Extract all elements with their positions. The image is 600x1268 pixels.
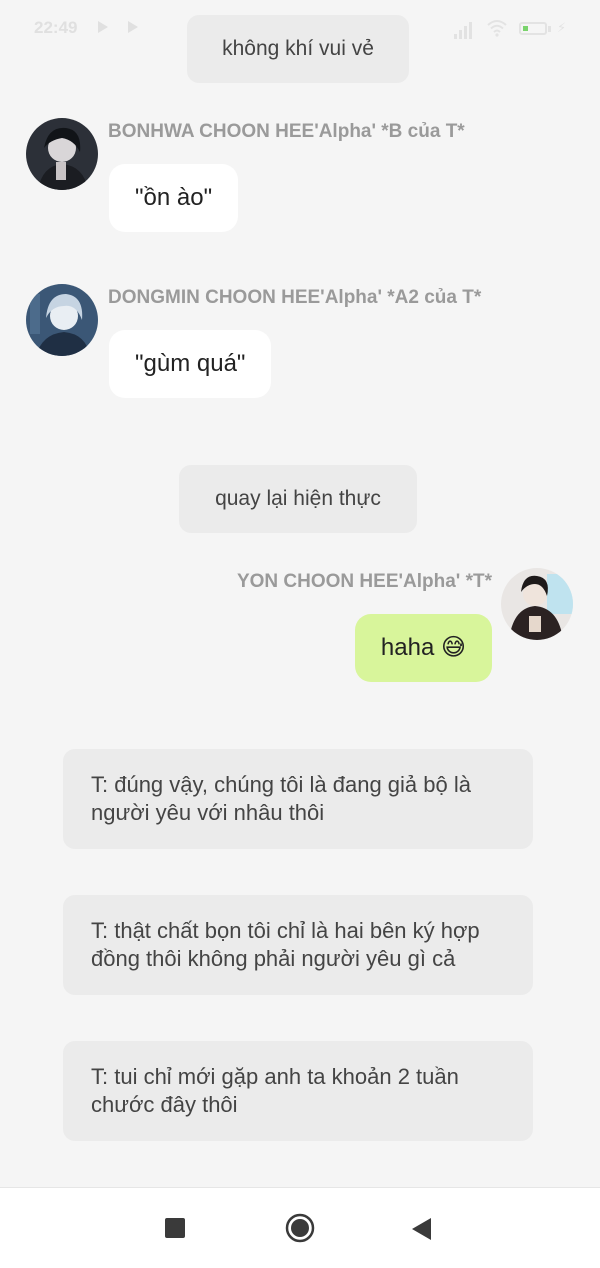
system-message: không khí vui vẻ [187,15,409,83]
charging-icon: ⚡ [557,20,567,35]
battery-icon [519,22,547,35]
wifi-icon [487,20,507,37]
signal-icon [454,34,457,39]
sender-name: DONGMIN CHOON HEE'Alpha' *A2 của T* [108,287,482,308]
recent-apps-icon[interactable] [165,1218,185,1238]
narration-card: T: đúng vậy, chúng tôi là đang giả bộ là… [63,749,533,849]
home-icon[interactable] [285,1213,315,1243]
avatar-yon[interactable] [501,568,573,640]
message-bubble-mine[interactable]: haha 😅 [354,614,492,682]
sender-name: YON CHOON HEE'Alpha' *T* [236,571,492,592]
avatar-bonhwa[interactable] [26,118,98,190]
narration-card: T: tui chỉ mới gặp anh ta khoản 2 tuần c… [63,1041,533,1141]
message-bubble[interactable]: "ồn ào" [109,164,239,232]
media-play-icon [98,21,108,33]
battery-tip [548,26,551,32]
status-time: 22:49 [34,18,78,37]
sender-name: BONHWA CHOON HEE'Alpha' *B của T* [108,121,465,142]
narration-card: T: thật chất bọn tôi chỉ là hai bên ký h… [63,895,533,995]
media-play-icon-2 [128,21,138,33]
signal-bar [464,26,467,39]
signal-bar [459,30,462,39]
signal-bar [469,22,472,39]
navigation-bar [0,1187,600,1268]
avatar-dongmin[interactable] [26,284,98,356]
back-icon[interactable] [412,1218,431,1240]
message-bubble[interactable]: "gùm quá" [109,330,272,398]
system-message: quay lại hiện thực [179,465,417,533]
status-icons: ⚡ [454,19,574,39]
